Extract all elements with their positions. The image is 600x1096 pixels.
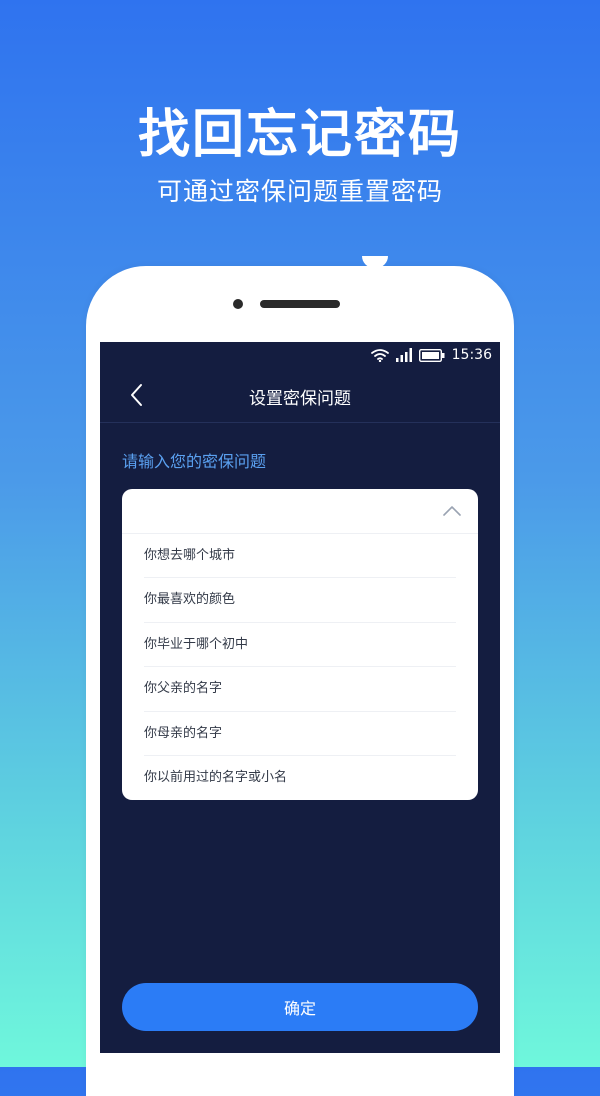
- phone-screen: 15:36 设置密保问题 请输入您的密保问题 你想去哪个城市 你最喜欢的颜色 你…: [100, 342, 500, 1053]
- signal-icon: [395, 348, 412, 362]
- question-option[interactable]: 你毕业于哪个初中: [144, 623, 456, 668]
- status-bar: 15:36: [100, 342, 500, 368]
- question-option[interactable]: 你以前用过的名字或小名: [144, 756, 456, 800]
- hero-title: 找回忘记密码: [137, 105, 462, 165]
- page-title: 设置密保问题: [249, 389, 351, 409]
- status-time: 15:36: [451, 347, 492, 363]
- hero-subtitle: 可通过密保问题重置密码: [156, 177, 443, 206]
- wifi-icon: [370, 349, 389, 362]
- question-option-list: 你想去哪个城市 你最喜欢的颜色 你毕业于哪个初中 你父亲的名字 你母亲的名字 你…: [144, 534, 456, 800]
- dropdown-header[interactable]: [122, 489, 478, 534]
- question-option[interactable]: 你父亲的名字: [144, 667, 456, 712]
- security-question-prompt: 请输入您的密保问题: [122, 452, 267, 471]
- question-option[interactable]: 你母亲的名字: [144, 712, 456, 756]
- battery-icon: [418, 348, 445, 362]
- question-option[interactable]: 你想去哪个城市: [144, 534, 456, 579]
- question-option[interactable]: 你最喜欢的颜色: [144, 578, 456, 623]
- phone-speaker: [260, 300, 340, 308]
- phone-camera: [233, 299, 243, 309]
- chevron-up-icon[interactable]: [442, 501, 462, 521]
- confirm-button[interactable]: 确定: [122, 983, 478, 1031]
- status-icons: 15:36: [370, 346, 492, 364]
- nav-bar: 设置密保问题: [100, 368, 500, 423]
- security-question-dropdown[interactable]: 你想去哪个城市 你最喜欢的颜色 你毕业于哪个初中 你父亲的名字 你母亲的名字 你…: [122, 489, 478, 800]
